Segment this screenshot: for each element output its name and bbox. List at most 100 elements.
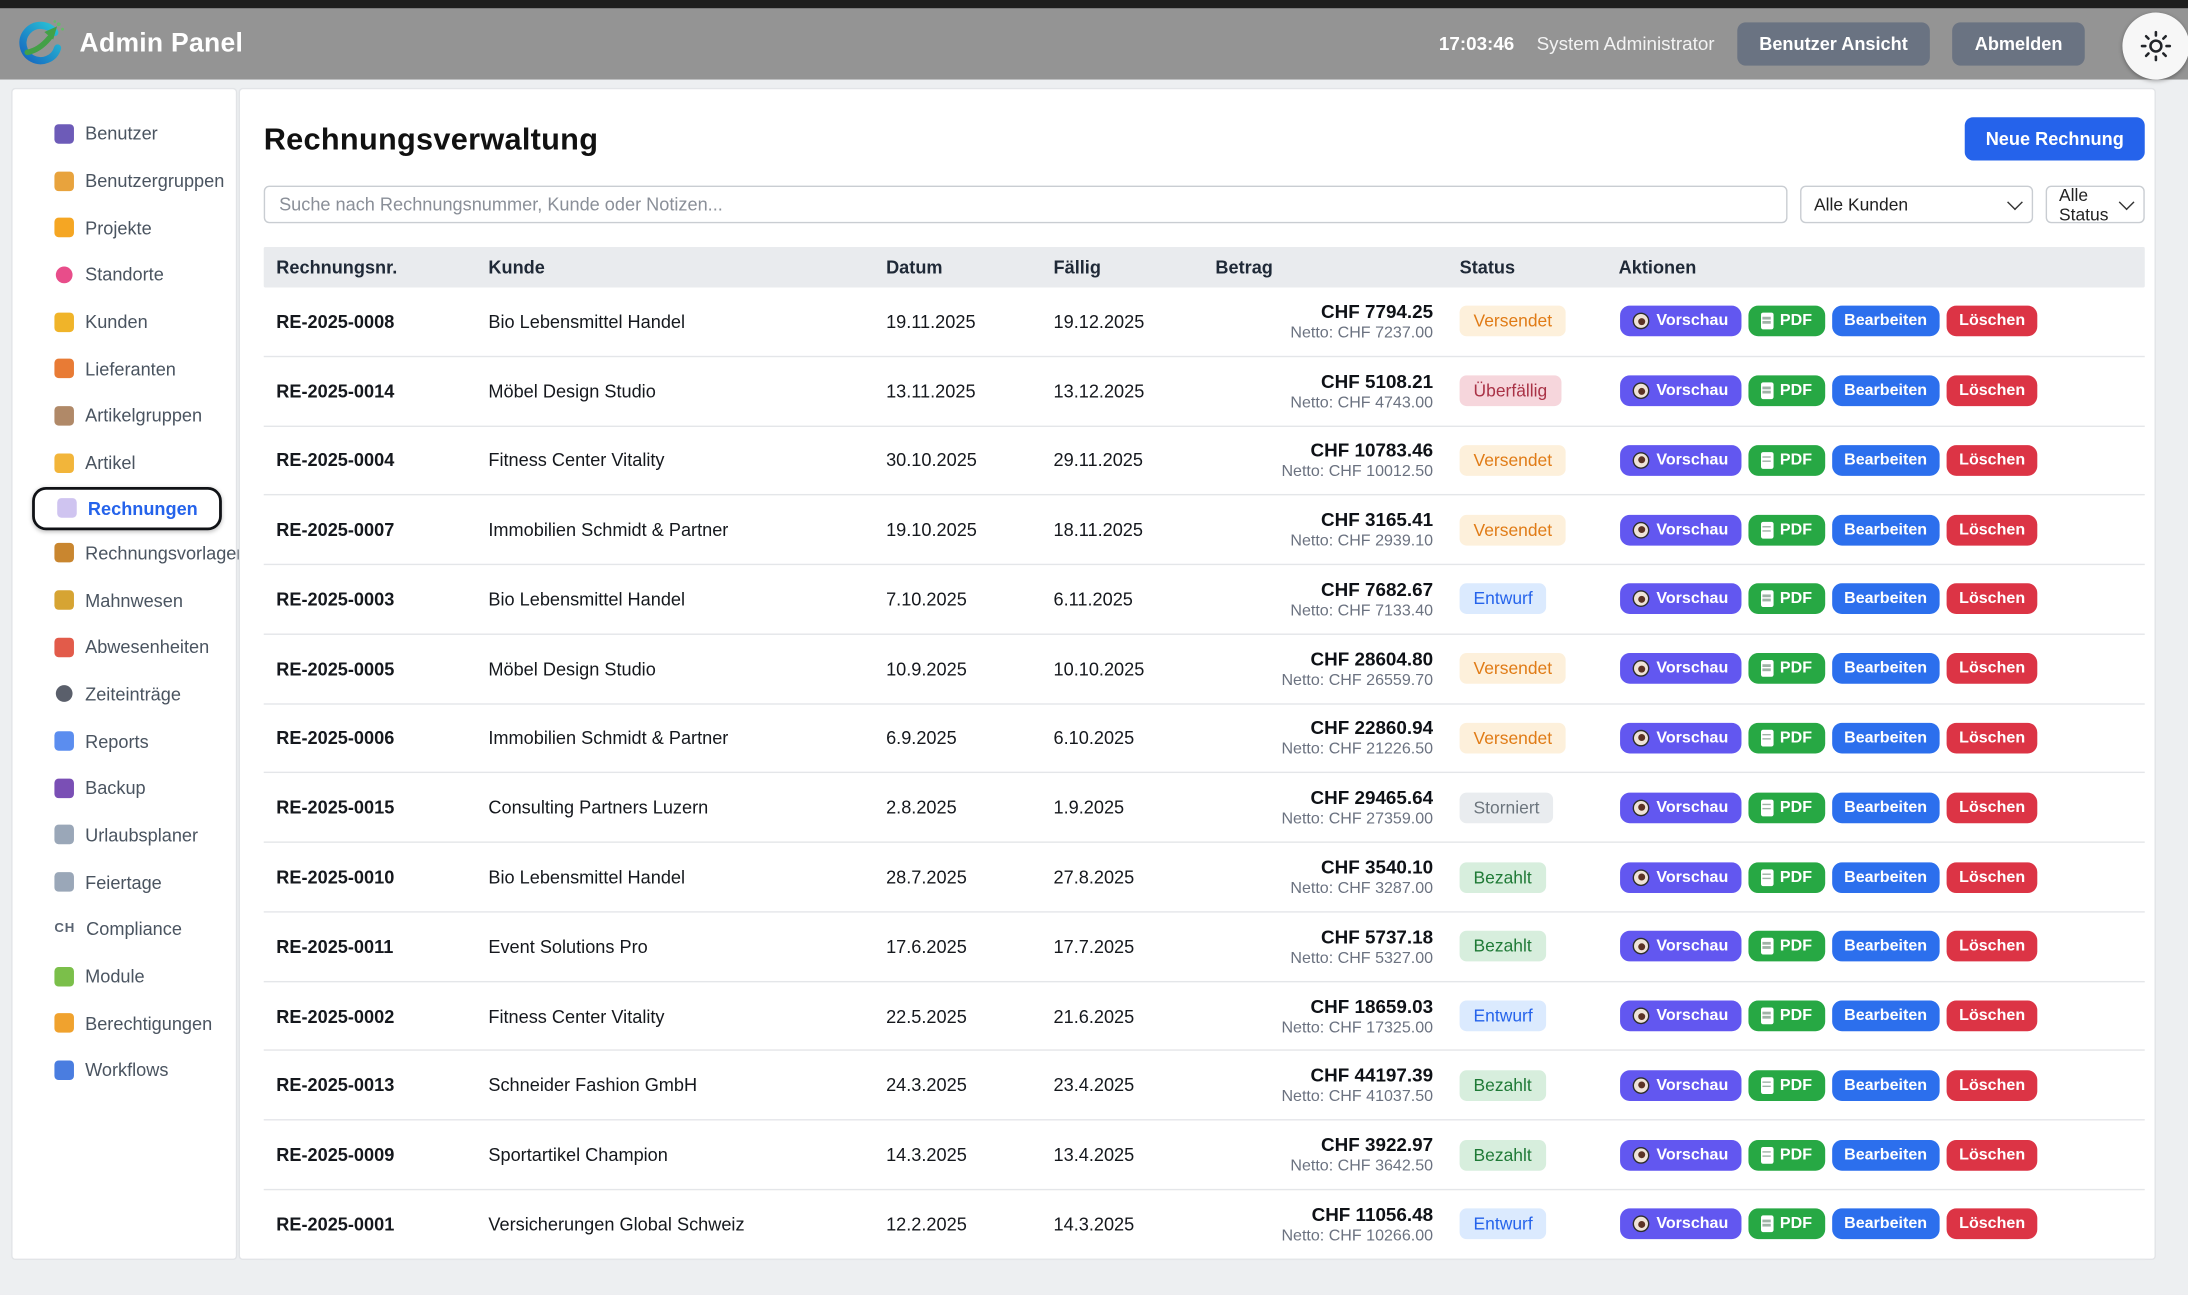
preview-button[interactable]: Vorschau <box>1620 792 1741 823</box>
sidebar-item-rechnungen[interactable]: Rechnungen <box>32 486 222 529</box>
edit-button[interactable]: Bearbeiten <box>1832 1001 1940 1032</box>
delete-button[interactable]: Löschen <box>1947 306 2038 337</box>
delete-button[interactable]: Löschen <box>1947 653 2038 684</box>
pdf-button[interactable]: PDF <box>1748 376 1825 407</box>
delete-button[interactable]: Löschen <box>1947 1139 2038 1170</box>
edit-button[interactable]: Bearbeiten <box>1832 862 1940 893</box>
preview-button[interactable]: Vorschau <box>1620 1139 1741 1170</box>
pdf-button[interactable]: PDF <box>1748 306 1825 337</box>
sidebar-item-benutzer[interactable]: Benutzer <box>13 110 236 157</box>
edit-button[interactable]: Bearbeiten <box>1832 584 1940 615</box>
sidebar-item-label: Workflows <box>85 1060 168 1081</box>
edit-button[interactable]: Bearbeiten <box>1832 514 1940 545</box>
pdf-button[interactable]: PDF <box>1748 1001 1825 1032</box>
amount-cell: CHF 7794.25Netto: CHF 7237.00 <box>1204 301 1447 341</box>
amount-cell: CHF 11056.48Netto: CHF 10266.00 <box>1204 1204 1447 1244</box>
pdf-button[interactable]: PDF <box>1748 723 1825 754</box>
preview-button[interactable]: Vorschau <box>1620 306 1741 337</box>
logout-button[interactable]: Abmelden <box>1952 22 2084 65</box>
customer-filter-select[interactable]: Alle Kunden <box>1800 186 2032 224</box>
sidebar-item-standorte[interactable]: Standorte <box>13 251 236 298</box>
delete-button[interactable]: Löschen <box>1947 1209 2038 1240</box>
sidebar-item-lieferanten[interactable]: Lieferanten <box>13 345 236 392</box>
status-filter-select[interactable]: Alle Status <box>2045 186 2145 224</box>
sidebar-item-mahnwesen[interactable]: Mahnwesen <box>13 577 236 624</box>
edit-button[interactable]: Bearbeiten <box>1832 1070 1940 1101</box>
preview-button[interactable]: Vorschau <box>1620 931 1741 962</box>
delete-button[interactable]: Löschen <box>1947 792 2038 823</box>
theme-toggle-button[interactable] <box>2122 13 2188 80</box>
delete-button[interactable]: Löschen <box>1947 723 2038 754</box>
sidebar-item-rechnungsvorlagen[interactable]: Rechnungsvorlagen <box>13 530 236 577</box>
sidebar-item-kunden[interactable]: Kunden <box>13 298 236 345</box>
delete-button-label: Löschen <box>1959 1146 2025 1163</box>
pdf-button[interactable]: PDF <box>1748 1139 1825 1170</box>
delete-button[interactable]: Löschen <box>1947 514 2038 545</box>
edit-button[interactable]: Bearbeiten <box>1832 1209 1940 1240</box>
new-invoice-button[interactable]: Neue Rechnung <box>1965 117 2145 160</box>
preview-button[interactable]: Vorschau <box>1620 862 1741 893</box>
edit-button[interactable]: Bearbeiten <box>1832 723 1940 754</box>
delete-button[interactable]: Löschen <box>1947 862 2038 893</box>
sidebar-item-berechtigungen[interactable]: Berechtigungen <box>13 1000 236 1047</box>
delete-button[interactable]: Löschen <box>1947 1070 2038 1101</box>
delete-button[interactable]: Löschen <box>1947 1001 2038 1032</box>
delete-button[interactable]: Löschen <box>1947 376 2038 407</box>
edit-button[interactable]: Bearbeiten <box>1832 792 1940 823</box>
header-right: 17:03:46 System Administrator Benutzer A… <box>1439 22 2169 65</box>
user-view-button[interactable]: Benutzer Ansicht <box>1737 22 1930 65</box>
edit-button[interactable]: Bearbeiten <box>1832 653 1940 684</box>
edit-button[interactable]: Bearbeiten <box>1832 306 1940 337</box>
preview-button[interactable]: Vorschau <box>1620 653 1741 684</box>
sidebar-item-label: Projekte <box>85 217 152 238</box>
pdf-button[interactable]: PDF <box>1748 653 1825 684</box>
preview-button[interactable]: Vorschau <box>1620 514 1741 545</box>
preview-button[interactable]: Vorschau <box>1620 376 1741 407</box>
preview-button[interactable]: Vorschau <box>1620 723 1741 754</box>
delete-button[interactable]: Löschen <box>1947 445 2038 476</box>
pdf-button[interactable]: PDF <box>1748 1070 1825 1101</box>
pdf-button[interactable]: PDF <box>1748 792 1825 823</box>
preview-button[interactable]: Vorschau <box>1620 584 1741 615</box>
pdf-button[interactable]: PDF <box>1748 1209 1825 1240</box>
pdf-file-icon <box>1760 730 1773 747</box>
preview-button[interactable]: Vorschau <box>1620 445 1741 476</box>
sidebar-item-workflows[interactable]: Workflows <box>13 1047 236 1094</box>
pdf-button[interactable]: PDF <box>1748 514 1825 545</box>
delete-button-label: Löschen <box>1959 1216 2025 1233</box>
sidebar-item-module[interactable]: Module <box>13 953 236 1000</box>
sidebar-item-urlaubsplaner[interactable]: Urlaubsplaner <box>13 812 236 859</box>
sidebar-item-feiertage[interactable]: Feiertage <box>13 859 236 906</box>
user-name: System Administrator <box>1537 33 1715 54</box>
sidebar-item-label: Module <box>85 966 145 987</box>
pdf-button[interactable]: PDF <box>1748 862 1825 893</box>
delete-button[interactable]: Löschen <box>1947 931 2038 962</box>
sidebar-item-zeiteintraege[interactable]: Zeiteinträge <box>13 671 236 718</box>
sidebar-item-compliance[interactable]: CHCompliance <box>13 906 236 953</box>
sidebar-item-abwesenheiten[interactable]: Abwesenheiten <box>13 624 236 671</box>
preview-button[interactable]: Vorschau <box>1620 1070 1741 1101</box>
preview-button[interactable]: Vorschau <box>1620 1001 1741 1032</box>
gross-amount: CHF 10783.46 <box>1204 440 1433 461</box>
pdf-button[interactable]: PDF <box>1748 584 1825 615</box>
preview-button[interactable]: Vorschau <box>1620 1209 1741 1240</box>
invoice-number: RE-2025-0007 <box>264 519 476 540</box>
edit-button[interactable]: Bearbeiten <box>1832 1139 1940 1170</box>
edit-button[interactable]: Bearbeiten <box>1832 445 1940 476</box>
edit-button[interactable]: Bearbeiten <box>1832 376 1940 407</box>
search-input[interactable] <box>264 186 1788 224</box>
status-cell: Entwurf <box>1447 1001 1606 1032</box>
sidebar-item-projekte[interactable]: Projekte <box>13 204 236 251</box>
pdf-button[interactable]: PDF <box>1748 931 1825 962</box>
status-badge: Bezahlt <box>1460 862 1546 893</box>
pdf-button[interactable]: PDF <box>1748 445 1825 476</box>
sidebar-item-reports[interactable]: Reports <box>13 718 236 765</box>
sidebar-item-benutzergruppen[interactable]: Benutzergruppen <box>13 157 236 204</box>
delete-button[interactable]: Löschen <box>1947 584 2038 615</box>
delete-button-label: Löschen <box>1959 591 2025 608</box>
edit-button[interactable]: Bearbeiten <box>1832 931 1940 962</box>
sidebar-item-artikelgruppen[interactable]: Artikelgruppen <box>13 392 236 439</box>
sidebar-item-label: Rechnungen <box>88 497 198 518</box>
sidebar-item-backup[interactable]: Backup <box>13 765 236 812</box>
sidebar-item-artikel[interactable]: Artikel <box>13 439 236 486</box>
